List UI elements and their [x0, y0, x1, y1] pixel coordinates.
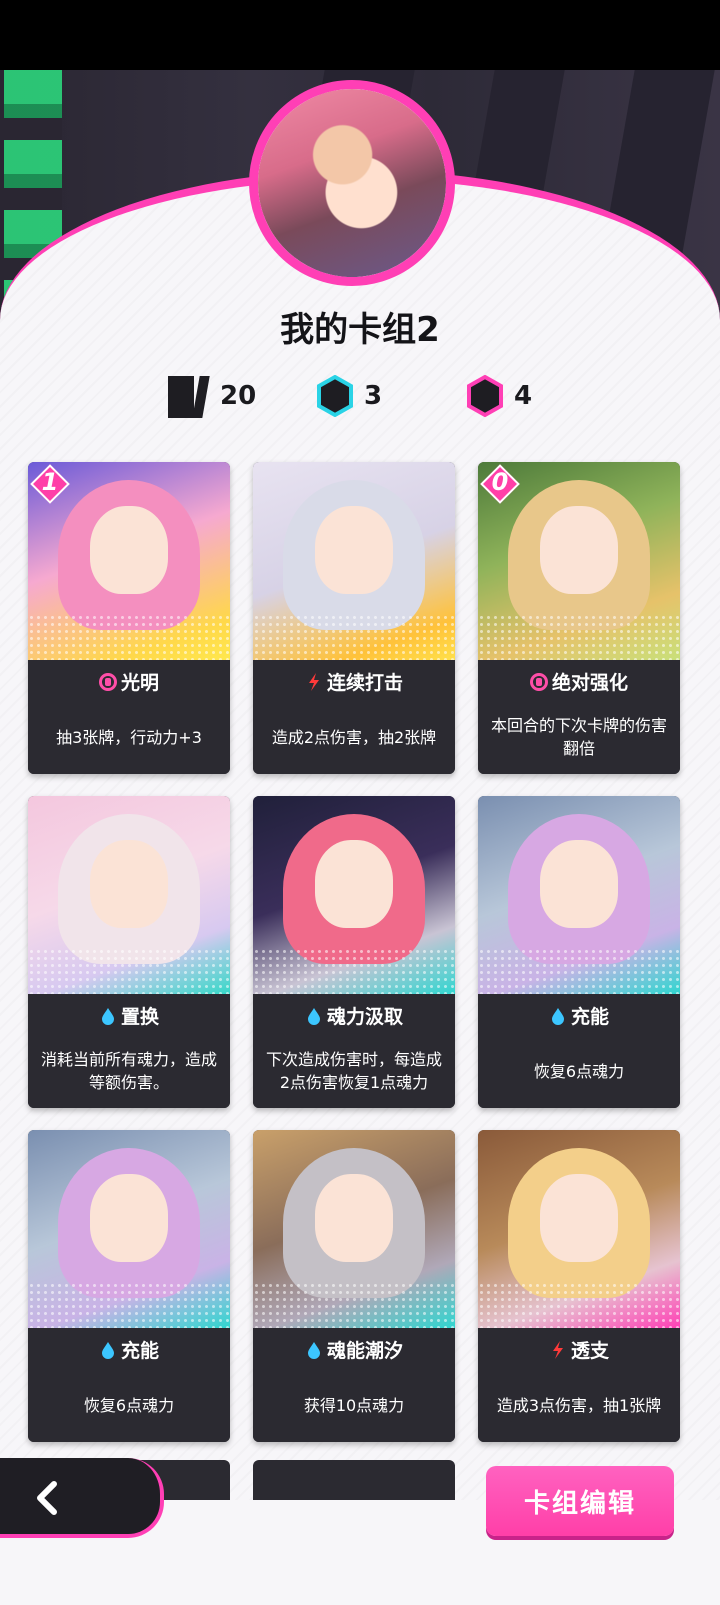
card-name-label: 透支: [570, 1340, 609, 1362]
drop-icon: [305, 1341, 323, 1359]
deck-card[interactable]: 透支 造成3点伤害，抽1张牌: [478, 1130, 680, 1442]
deck-card[interactable]: 1 光明 抽3张牌，行动力+3: [28, 462, 230, 774]
card-description: 造成2点伤害，抽2张牌: [271, 727, 437, 747]
card-count-value: 20: [220, 381, 257, 411]
card-count-stat: 20: [166, 372, 256, 420]
card-cost-badge: 1: [30, 464, 70, 504]
card-name: 透支: [478, 1336, 680, 1363]
card-info: 光明 抽3张牌，行动力+3: [28, 660, 230, 774]
card-art: [253, 462, 455, 660]
card-description: 获得10点魂力: [303, 1395, 405, 1415]
card-name: 魂能潮汐: [253, 1336, 455, 1363]
pink-energy-stat: 4: [466, 372, 532, 420]
card-name: 置换: [28, 1002, 230, 1029]
card-cost: 1: [41, 468, 59, 496]
cyan-energy-value: 3: [364, 381, 383, 411]
card-info: 连续打击 造成2点伤害，抽2张牌: [253, 660, 455, 774]
card-info: 绝对强化 本回合的下次卡牌的伤害翻倍: [478, 660, 680, 774]
card-name: 充能: [28, 1336, 230, 1363]
drop-icon: [549, 1007, 567, 1025]
deck-card[interactable]: 置换 消耗当前所有魂力，造成等额伤害。: [28, 796, 230, 1108]
card-name: 魂力汲取: [253, 1002, 455, 1029]
deck-card[interactable]: 0 绝对强化 本回合的下次卡牌的伤害翻倍: [478, 462, 680, 774]
card-description: 本回合的下次卡牌的伤害翻倍: [490, 716, 667, 758]
card-name-label: 充能: [570, 1006, 609, 1028]
chevron-left-icon: [37, 1481, 57, 1515]
card-description: 消耗当前所有魂力，造成等额伤害。: [40, 1050, 217, 1092]
card-art: [253, 796, 455, 994]
cards-icon: [166, 372, 210, 420]
deck-edit-button[interactable]: 卡组编辑: [486, 1466, 674, 1536]
card-name-label: 绝对强化: [551, 672, 628, 694]
deck-title: 我的卡组2: [280, 310, 440, 350]
status-bar: [0, 0, 720, 70]
card-info: 魂力汲取 下次造成伤害时，每造成2点伤害恢复1点魂力: [253, 994, 455, 1108]
card-description: 恢复6点魂力: [533, 1061, 625, 1081]
deck-card[interactable]: 魂力汲取 下次造成伤害时，每造成2点伤害恢复1点魂力: [253, 796, 455, 1108]
card-name: 充能: [478, 1002, 680, 1029]
card-cost: 0: [491, 468, 509, 496]
card-info: 透支 造成3点伤害，抽1张牌: [478, 1328, 680, 1442]
shield-icon: [529, 672, 548, 691]
card-name-label: 置换: [120, 1006, 159, 1028]
deck-card[interactable]: 魂能潮汐 获得10点魂力: [253, 1130, 455, 1442]
card-peek[interactable]: [253, 1460, 455, 1500]
card-art: [28, 1130, 230, 1328]
card-art: [28, 796, 230, 994]
deck-avatar[interactable]: [249, 80, 455, 286]
card-name-label: 光明: [120, 672, 159, 694]
back-button[interactable]: [0, 1458, 164, 1538]
shield-icon: [98, 672, 117, 691]
card-description: 下次造成伤害时，每造成2点伤害恢复1点魂力: [265, 1050, 442, 1092]
card-description: 造成3点伤害，抽1张牌: [496, 1395, 662, 1415]
lightning-icon: [305, 672, 323, 691]
card-name: 连续打击: [253, 668, 455, 695]
deck-card[interactable]: 充能 恢复6点魂力: [478, 796, 680, 1108]
card-name-label: 魂能潮汐: [326, 1340, 403, 1362]
card-cost-badge: 0: [480, 464, 520, 504]
drop-icon: [305, 1007, 323, 1025]
card-name-label: 充能: [120, 1340, 159, 1362]
card-name-label: 魂力汲取: [326, 1006, 403, 1028]
deck-card[interactable]: 连续打击 造成2点伤害，抽2张牌: [253, 462, 455, 774]
card-art: [478, 796, 680, 994]
drop-icon: [99, 1007, 117, 1025]
drop-icon: [99, 1341, 117, 1359]
cyan-hexagon-icon: [316, 375, 354, 417]
card-art: [253, 1130, 455, 1328]
deck-card[interactable]: 充能 恢复6点魂力: [28, 1130, 230, 1442]
pink-hexagon-icon: [466, 375, 504, 417]
pink-energy-value: 4: [514, 381, 533, 411]
card-name: 光明: [28, 668, 230, 695]
deck-stats: 20 3 4: [0, 372, 720, 420]
card-info: 充能 恢复6点魂力: [478, 994, 680, 1108]
card-description: 恢复6点魂力: [83, 1395, 175, 1415]
card-name-label: 连续打击: [326, 672, 403, 694]
card-info: 置换 消耗当前所有魂力，造成等额伤害。: [28, 994, 230, 1108]
cyan-energy-stat: 3: [316, 372, 382, 420]
card-info: 充能 恢复6点魂力: [28, 1328, 230, 1442]
lightning-icon: [549, 1340, 567, 1359]
card-info: 魂能潮汐 获得10点魂力: [253, 1328, 455, 1442]
card-art: [478, 1130, 680, 1328]
card-description: 抽3张牌，行动力+3: [56, 727, 202, 747]
card-name: 绝对强化: [478, 668, 680, 695]
